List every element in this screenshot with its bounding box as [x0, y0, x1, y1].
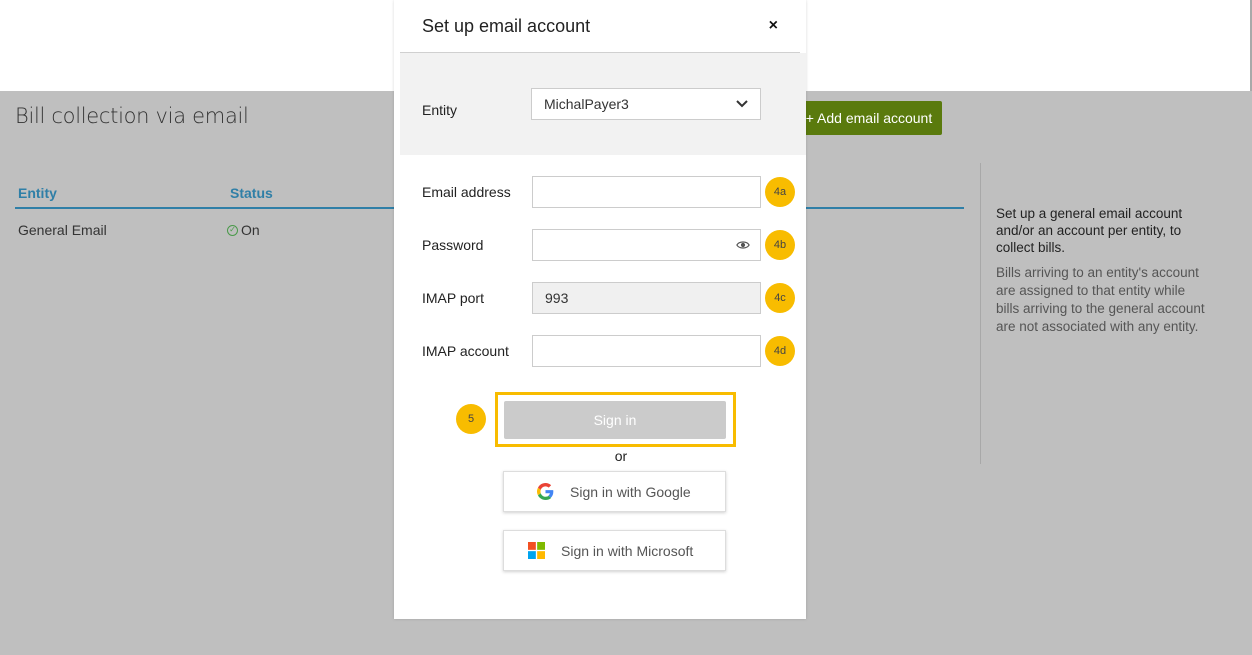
email-row: Email address 4a — [394, 176, 806, 208]
column-header-entity[interactable]: Entity — [15, 185, 227, 207]
entity-section: Entity MichalPayer3 — [400, 53, 806, 155]
help-panel: Set up a general email account and/or an… — [980, 163, 1210, 464]
password-label: Password — [422, 237, 484, 253]
entity-label: Entity — [422, 102, 458, 118]
row-status-label: On — [241, 222, 260, 238]
imap-port-label: IMAP port — [422, 290, 484, 306]
entity-select[interactable]: MichalPayer3 — [531, 88, 761, 120]
or-separator: or — [614, 448, 628, 464]
modal-header: Set up email account × — [400, 0, 800, 53]
help-note: Bills arriving to an entity's account ar… — [996, 265, 1205, 334]
email-label: Email address — [422, 184, 511, 200]
setup-email-modal: Set up email account × Entity MichalPaye… — [394, 0, 806, 619]
imap-account-row: IMAP account 4d — [394, 335, 806, 367]
help-lead: Set up a general email account and/or an… — [996, 206, 1183, 255]
microsoft-label: Sign in with Microsoft — [561, 542, 694, 559]
password-field[interactable] — [532, 229, 761, 261]
sign-in-google-button[interactable]: Sign in with Google — [503, 471, 726, 512]
entity-select-value: MichalPayer3 — [544, 96, 629, 112]
modal-title: Set up email account — [422, 15, 591, 36]
sign-in-microsoft-button[interactable]: Sign in with Microsoft — [503, 530, 726, 571]
row-entity: General Email — [18, 222, 107, 238]
imap-account-label: IMAP account — [422, 343, 509, 359]
imap-account-field[interactable] — [532, 335, 761, 367]
step-badge-4a: 4a — [765, 177, 795, 207]
google-label: Sign in with Google — [570, 483, 691, 500]
eye-icon[interactable] — [736, 238, 750, 252]
microsoft-icon — [528, 542, 545, 559]
step-badge-4d: 4d — [765, 336, 795, 366]
step-badge-5: 5 — [456, 404, 486, 434]
add-email-account-button[interactable]: + Add email account — [796, 101, 942, 135]
row-status: ✓ On — [227, 222, 260, 238]
signin-highlight: Sign in — [495, 392, 736, 447]
sign-in-button[interactable]: Sign in — [504, 401, 726, 439]
email-field[interactable] — [532, 176, 761, 208]
imap-port-field[interactable]: 993 — [532, 282, 761, 314]
page-title: Bill collection via email — [15, 104, 249, 128]
chevron-down-icon — [736, 100, 748, 108]
column-header-status[interactable]: Status — [227, 185, 273, 207]
close-icon[interactable]: × — [769, 17, 778, 35]
step-badge-4c: 4c — [765, 283, 795, 313]
google-icon — [537, 483, 554, 500]
step-badge-4b: 4b — [765, 230, 795, 260]
password-row: Password 4b — [394, 229, 806, 261]
imap-port-row: IMAP port 993 4c — [394, 282, 806, 314]
check-circle-icon: ✓ — [227, 224, 238, 236]
